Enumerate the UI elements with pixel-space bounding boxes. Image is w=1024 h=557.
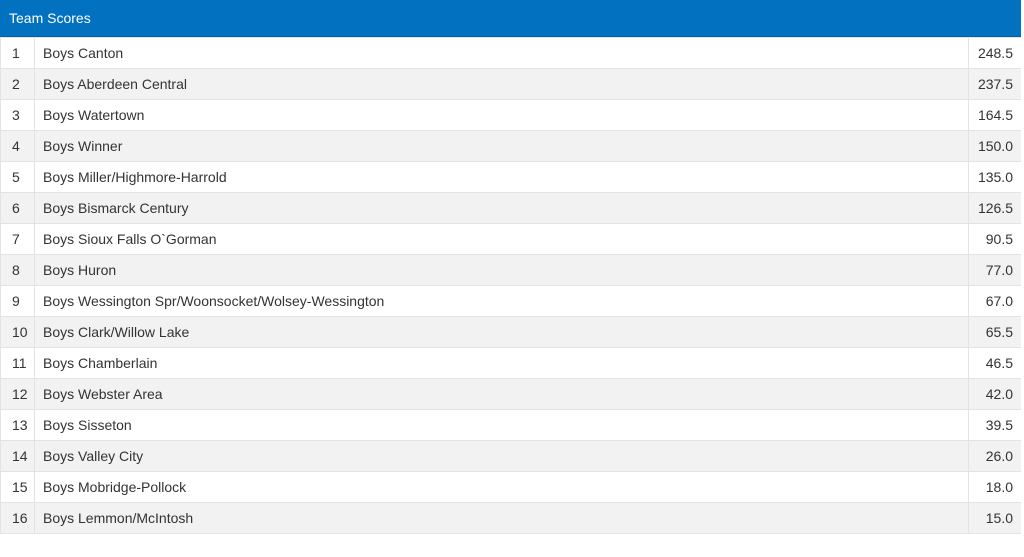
rank-cell: 6 <box>0 192 35 224</box>
table-row: 7 Boys Sioux Falls O`Gorman 90.5 <box>0 223 1021 255</box>
table-row: 4 Boys Winner 150.0 <box>0 130 1021 162</box>
table-row: 15 Boys Mobridge-Pollock 18.0 <box>0 471 1021 503</box>
team-name-cell: Boys Aberdeen Central <box>34 68 969 100</box>
score-cell: 15.0 <box>968 502 1021 534</box>
score-cell: 42.0 <box>968 378 1021 410</box>
rank-cell: 3 <box>0 99 35 131</box>
table-row: 14 Boys Valley City 26.0 <box>0 440 1021 472</box>
score-cell: 18.0 <box>968 471 1021 503</box>
score-cell: 67.0 <box>968 285 1021 317</box>
team-name-cell: Boys Miller/Highmore-Harrold <box>34 161 969 193</box>
rank-cell: 8 <box>0 254 35 286</box>
rank-cell: 4 <box>0 130 35 162</box>
score-cell: 39.5 <box>968 409 1021 441</box>
score-cell: 164.5 <box>968 99 1021 131</box>
rank-cell: 2 <box>0 68 35 100</box>
table-row: 12 Boys Webster Area 42.0 <box>0 378 1021 410</box>
rank-cell: 16 <box>0 502 35 534</box>
table-row: 16 Boys Lemmon/McIntosh 15.0 <box>0 502 1021 534</box>
score-cell: 90.5 <box>968 223 1021 255</box>
table-row: 3 Boys Watertown 164.5 <box>0 99 1021 131</box>
score-cell: 126.5 <box>968 192 1021 224</box>
rank-cell: 1 <box>0 37 35 69</box>
score-cell: 46.5 <box>968 347 1021 379</box>
score-cell: 77.0 <box>968 254 1021 286</box>
score-cell: 26.0 <box>968 440 1021 472</box>
score-cell: 150.0 <box>968 130 1021 162</box>
team-name-cell: Boys Canton <box>34 37 969 69</box>
table-row: 8 Boys Huron 77.0 <box>0 254 1021 286</box>
team-name-cell: Boys Mobridge-Pollock <box>34 471 969 503</box>
rank-cell: 10 <box>0 316 35 348</box>
table-row: 2 Boys Aberdeen Central 237.5 <box>0 68 1021 100</box>
table-row: 11 Boys Chamberlain 46.5 <box>0 347 1021 379</box>
rank-cell: 7 <box>0 223 35 255</box>
rank-cell: 11 <box>0 347 35 379</box>
rank-cell: 12 <box>0 378 35 410</box>
rank-cell: 5 <box>0 161 35 193</box>
team-name-cell: Boys Clark/Willow Lake <box>34 316 969 348</box>
team-name-cell: Boys Webster Area <box>34 378 969 410</box>
score-cell: 65.5 <box>968 316 1021 348</box>
team-name-cell: Boys Huron <box>34 254 969 286</box>
table-row: 5 Boys Miller/Highmore-Harrold 135.0 <box>0 161 1021 193</box>
rank-cell: 13 <box>0 409 35 441</box>
table-row: 10 Boys Clark/Willow Lake 65.5 <box>0 316 1021 348</box>
panel-title: Team Scores <box>0 0 1021 37</box>
team-scores-panel: Team Scores 1 Boys Canton 248.5 2 Boys Aberd… <box>0 0 1021 557</box>
table-row: 6 Boys Bismarck Century 126.5 <box>0 192 1021 224</box>
table-row: 13 Boys Sisseton 39.5 <box>0 409 1021 441</box>
score-cell: 237.5 <box>968 68 1021 100</box>
team-name-cell: Boys Chamberlain <box>34 347 969 379</box>
rank-cell: 15 <box>0 471 35 503</box>
team-name-cell: Boys Bismarck Century <box>34 192 969 224</box>
team-name-cell: Boys Sioux Falls O`Gorman <box>34 223 969 255</box>
score-cell: 248.5 <box>968 37 1021 69</box>
team-scores-table: 1 Boys Canton 248.5 2 Boys Aberdeen Central 2… <box>0 37 1021 534</box>
table-row: 9 Boys Wessington Spr/Woonsocket/Wolsey-W… <box>0 285 1021 317</box>
team-name-cell: Boys Valley City <box>34 440 969 472</box>
team-name-cell: Boys Watertown <box>34 99 969 131</box>
rank-cell: 9 <box>0 285 35 317</box>
table-row: 1 Boys Canton 248.5 <box>0 37 1021 69</box>
rank-cell: 14 <box>0 440 35 472</box>
team-name-cell: Boys Lemmon/McIntosh <box>34 502 969 534</box>
team-name-cell: Boys Wessington Spr/Woonsocket/Wolsey-We… <box>34 285 969 317</box>
team-name-cell: Boys Sisseton <box>34 409 969 441</box>
score-cell: 135.0 <box>968 161 1021 193</box>
team-name-cell: Boys Winner <box>34 130 969 162</box>
team-scores-body: 1 Boys Canton 248.5 2 Boys Aberdeen Central 2… <box>0 37 1021 534</box>
